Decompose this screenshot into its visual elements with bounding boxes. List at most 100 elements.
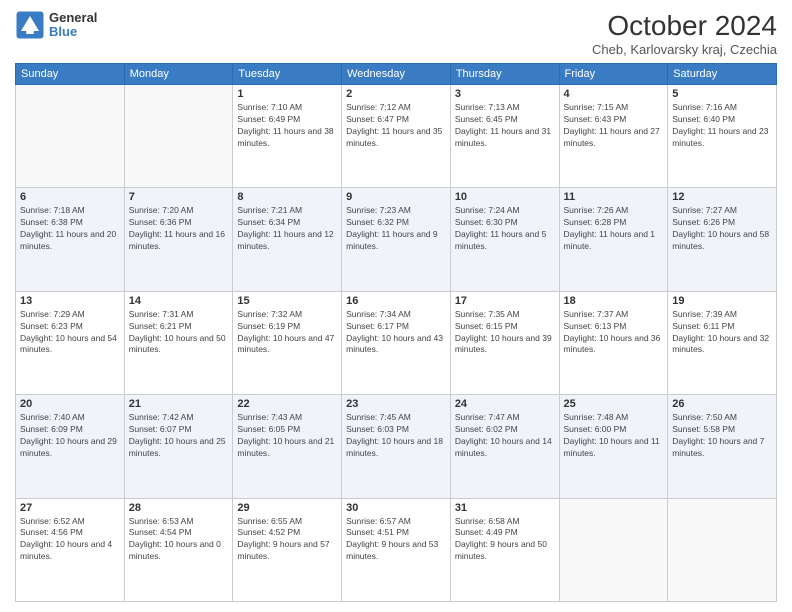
calendar-day-cell: 30 Sunrise: 6:57 AMSunset: 4:51 PMDayligh…: [342, 498, 451, 601]
weekday-header: Thursday: [450, 64, 559, 85]
calendar-week-row: 27Sunrise: 6:52 AMSunset: 4:56 PMDayligh…: [16, 498, 777, 601]
calendar-day-cell: 7Sunrise: 7:20 AMSunset: 6:36 PMDaylight…: [124, 188, 233, 291]
calendar-day-cell: 6 Sunrise: 7:18 AMSunset: 6:38 PMDaylight…: [16, 188, 125, 291]
calendar-day-cell: 19Sunrise: 7:39 AMSunset: 6:11 PMDayligh…: [668, 291, 777, 394]
header: General Blue October 2024 Cheb, Karlovar…: [15, 10, 777, 57]
day-info: Sunrise: 7:45 AMSunset: 6:03 PMDaylight:…: [346, 412, 446, 460]
day-info: Sunrise: 7:35 AMSunset: 6:15 PMDaylight:…: [455, 309, 555, 357]
calendar-day-cell: 2Sunrise: 7:12 AMSunset: 6:47 PMDaylight…: [342, 85, 451, 188]
logo-text: General Blue: [49, 11, 97, 40]
day-number: 21: [129, 398, 229, 410]
calendar-day-cell: 17 Sunrise: 7:35 AMSunset: 6:15 PMDayligh…: [450, 291, 559, 394]
day-info: Sunrise: 7:42 AMSunset: 6:07 PMDaylight:…: [129, 412, 229, 460]
calendar-day-cell: 28 Sunrise: 6:53 AMSunset: 4:54 PMDayligh…: [124, 498, 233, 601]
weekday-header: Saturday: [668, 64, 777, 85]
day-info: Sunrise: 6:57 AMSunset: 4:51 PMDaylight:…: [346, 516, 446, 564]
day-info: Sunrise: 7:37 AMSunset: 6:13 PMDaylight:…: [564, 309, 664, 357]
day-info: Sunrise: 6:58 AMSunset: 4:49 PMDaylight:…: [455, 516, 555, 564]
day-info: Sunrise: 7:13 AMSunset: 6:45 PMDaylight:…: [455, 102, 555, 150]
calendar-day-cell: 18 Sunrise: 7:37 AMSunset: 6:13 PMDayligh…: [559, 291, 668, 394]
calendar-day-cell: 9Sunrise: 7:23 AMSunset: 6:32 PMDaylight…: [342, 188, 451, 291]
calendar-day-cell: 21 Sunrise: 7:42 AMSunset: 6:07 PMDayligh…: [124, 395, 233, 498]
day-number: 15: [237, 295, 337, 307]
calendar-day-cell: 15 Sunrise: 7:32 AMSunset: 6:19 PMDayligh…: [233, 291, 342, 394]
day-info: Sunrise: 6:53 AMSunset: 4:54 PMDaylight:…: [129, 516, 229, 564]
calendar-day-cell: 27Sunrise: 6:52 AMSunset: 4:56 PMDayligh…: [16, 498, 125, 601]
day-info: Sunrise: 7:24 AMSunset: 6:30 PMDaylight:…: [455, 205, 555, 253]
calendar-week-row: 1 Sunrise: 7:10 AMSunset: 6:49 PMDaylight…: [16, 85, 777, 188]
logo: General Blue: [15, 10, 97, 40]
calendar-day-cell: 26 Sunrise: 7:50 AMSunset: 5:58 PMDayligh…: [668, 395, 777, 498]
calendar-day-cell: 16 Sunrise: 7:34 AMSunset: 6:17 PMDayligh…: [342, 291, 451, 394]
calendar-day-cell: 4Sunrise: 7:15 AMSunset: 6:43 PMDaylight…: [559, 85, 668, 188]
day-number: 8: [237, 191, 337, 203]
day-info: Sunrise: 7:47 AMSunset: 6:02 PMDaylight:…: [455, 412, 555, 460]
day-info: Sunrise: 7:12 AMSunset: 6:47 PMDaylight:…: [346, 102, 446, 150]
page: General Blue October 2024 Cheb, Karlovar…: [0, 0, 792, 612]
calendar-day-cell: 23Sunrise: 7:45 AMSunset: 6:03 PMDayligh…: [342, 395, 451, 498]
calendar-day-cell: 5Sunrise: 7:16 AMSunset: 6:40 PMDaylight…: [668, 85, 777, 188]
weekday-header: Wednesday: [342, 64, 451, 85]
day-info: Sunrise: 7:10 AMSunset: 6:49 PMDaylight:…: [237, 102, 337, 150]
day-info: Sunrise: 7:23 AMSunset: 6:32 PMDaylight:…: [346, 205, 446, 253]
day-number: 16: [346, 295, 446, 307]
day-info: Sunrise: 7:43 AMSunset: 6:05 PMDaylight:…: [237, 412, 337, 460]
day-number: 24: [455, 398, 555, 410]
calendar-day-cell: [124, 85, 233, 188]
day-info: Sunrise: 7:34 AMSunset: 6:17 PMDaylight:…: [346, 309, 446, 357]
calendar-day-cell: 8Sunrise: 7:21 AMSunset: 6:34 PMDaylight…: [233, 188, 342, 291]
calendar-week-row: 6 Sunrise: 7:18 AMSunset: 6:38 PMDaylight…: [16, 188, 777, 291]
logo-line2: Blue: [49, 25, 97, 39]
day-info: Sunrise: 7:15 AMSunset: 6:43 PMDaylight:…: [564, 102, 664, 150]
calendar-day-cell: [668, 498, 777, 601]
logo-line1: General: [49, 11, 97, 25]
day-number: 28: [129, 502, 229, 514]
month-title: October 2024: [592, 10, 777, 42]
calendar: SundayMondayTuesdayWednesdayThursdayFrid…: [15, 63, 777, 602]
day-info: Sunrise: 7:32 AMSunset: 6:19 PMDaylight:…: [237, 309, 337, 357]
weekday-header: Friday: [559, 64, 668, 85]
day-number: 3: [455, 88, 555, 100]
calendar-day-cell: 22Sunrise: 7:43 AMSunset: 6:05 PMDayligh…: [233, 395, 342, 498]
day-info: Sunrise: 7:29 AMSunset: 6:23 PMDaylight:…: [20, 309, 120, 357]
day-number: 1: [237, 88, 337, 100]
calendar-week-row: 13 Sunrise: 7:29 AMSunset: 6:23 PMDayligh…: [16, 291, 777, 394]
day-info: Sunrise: 7:48 AMSunset: 6:00 PMDaylight:…: [564, 412, 664, 460]
calendar-day-cell: 25 Sunrise: 7:48 AMSunset: 6:00 PMDayligh…: [559, 395, 668, 498]
calendar-day-cell: 11 Sunrise: 7:26 AMSunset: 6:28 PMDayligh…: [559, 188, 668, 291]
calendar-day-cell: [16, 85, 125, 188]
day-number: 31: [455, 502, 555, 514]
day-number: 5: [672, 88, 772, 100]
day-number: 18: [564, 295, 664, 307]
day-info: Sunrise: 7:50 AMSunset: 5:58 PMDaylight:…: [672, 412, 772, 460]
day-number: 26: [672, 398, 772, 410]
calendar-day-cell: 1 Sunrise: 7:10 AMSunset: 6:49 PMDaylight…: [233, 85, 342, 188]
calendar-day-cell: 29 Sunrise: 6:55 AMSunset: 4:52 PMDayligh…: [233, 498, 342, 601]
day-number: 11: [564, 191, 664, 203]
day-number: 6: [20, 191, 120, 203]
day-info: Sunrise: 7:31 AMSunset: 6:21 PMDaylight:…: [129, 309, 229, 357]
day-info: Sunrise: 7:27 AMSunset: 6:26 PMDaylight:…: [672, 205, 772, 253]
calendar-day-cell: [559, 498, 668, 601]
calendar-day-cell: 12 Sunrise: 7:27 AMSunset: 6:26 PMDayligh…: [668, 188, 777, 291]
day-number: 27: [20, 502, 120, 514]
calendar-day-cell: 24 Sunrise: 7:47 AMSunset: 6:02 PMDayligh…: [450, 395, 559, 498]
day-info: Sunrise: 6:55 AMSunset: 4:52 PMDaylight:…: [237, 516, 337, 564]
day-number: 14: [129, 295, 229, 307]
day-info: Sunrise: 7:39 AMSunset: 6:11 PMDaylight:…: [672, 309, 772, 357]
day-info: Sunrise: 7:40 AMSunset: 6:09 PMDaylight:…: [20, 412, 120, 460]
day-number: 29: [237, 502, 337, 514]
calendar-day-cell: 3 Sunrise: 7:13 AMSunset: 6:45 PMDaylight…: [450, 85, 559, 188]
day-number: 30: [346, 502, 446, 514]
day-number: 17: [455, 295, 555, 307]
day-info: Sunrise: 7:26 AMSunset: 6:28 PMDaylight:…: [564, 205, 664, 253]
logo-icon: [15, 10, 45, 40]
day-number: 13: [20, 295, 120, 307]
day-info: Sunrise: 7:20 AMSunset: 6:36 PMDaylight:…: [129, 205, 229, 253]
weekday-header: Monday: [124, 64, 233, 85]
calendar-day-cell: 20Sunrise: 7:40 AMSunset: 6:09 PMDayligh…: [16, 395, 125, 498]
title-section: October 2024 Cheb, Karlovarsky kraj, Cze…: [592, 10, 777, 57]
day-number: 25: [564, 398, 664, 410]
day-number: 12: [672, 191, 772, 203]
day-info: Sunrise: 7:18 AMSunset: 6:38 PMDaylight:…: [20, 205, 120, 253]
